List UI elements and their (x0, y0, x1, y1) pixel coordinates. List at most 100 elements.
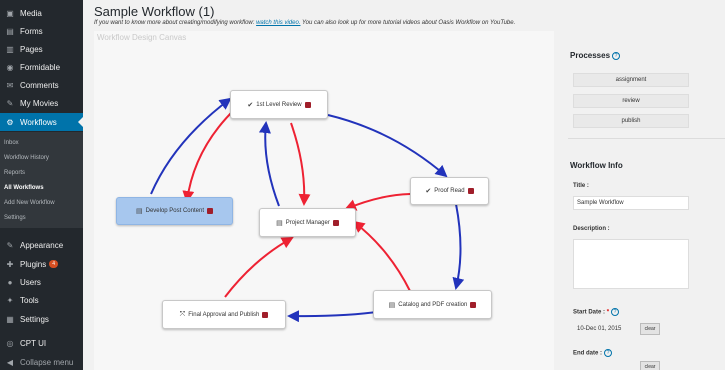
title-input[interactable]: Sample Workflow (573, 196, 689, 210)
main-content: Sample Workflow (1) If you want to know … (83, 0, 725, 370)
sidebar-item-forms[interactable]: ▤ Forms (0, 22, 83, 40)
start-date-value[interactable]: 10-Dec 01, 2015 (577, 326, 621, 332)
step-develop-post-content[interactable]: ▤ Develop Post Content (116, 197, 233, 225)
connection-catalog-to-final (287, 310, 385, 323)
delete-step-icon[interactable] (262, 311, 269, 318)
submenu-item-workflow-history[interactable]: Workflow History (4, 155, 49, 161)
divider (568, 138, 725, 139)
sidebar-item-label: Pages (20, 44, 43, 54)
app-window: ▣ Media ▤ Forms ▥ Pages ◉ Formidable ✉ Commen… (0, 0, 725, 370)
appearance-icon: ✎ (6, 240, 14, 250)
formidable-icon: ◉ (6, 62, 14, 72)
sidebar-item-label: Forms (20, 26, 43, 36)
cptui-icon: ◎ (6, 338, 14, 348)
step-final-approval-publish[interactable]: ⤧ Final Approval and Publish (162, 300, 286, 329)
watch-video-link[interactable]: watch this video. (256, 20, 300, 26)
sidebar-item-label: Workflows (20, 117, 57, 127)
sidebar-item-label: Tools (20, 295, 39, 305)
connection-final-to-pm (224, 237, 294, 298)
sidebar-item-comments[interactable]: ✉ Comments (0, 76, 83, 94)
step-label: Develop Post Content (145, 208, 204, 214)
clear-end-date-button[interactable]: clear (640, 361, 660, 370)
workflows-icon: ⚙ (6, 117, 14, 127)
info-prefix: If you want to know more about creating/… (94, 20, 255, 26)
document-icon: ▤ (388, 301, 396, 309)
sidebar-item-plugins[interactable]: ✚ Plugins 4 (0, 255, 83, 273)
sidebar-item-label: Collapse menu (20, 357, 74, 367)
connection-proofread-to-pm (344, 193, 411, 211)
sidebar-item-label: Users (20, 277, 41, 287)
publish-icon: ⤧ (179, 310, 186, 318)
sidebar-item-cpt-ui[interactable]: ◎ CPT UI (0, 334, 83, 352)
sidebar-item-label: Comments (20, 80, 59, 90)
help-icon[interactable]: ? (611, 308, 620, 316)
delete-step-icon[interactable] (304, 101, 311, 108)
update-count-badge: 4 (49, 260, 59, 268)
sidebar-item-my-movies[interactable]: ✎ My Movies (0, 94, 83, 112)
sidebar-item-label: CPT UI (20, 338, 47, 348)
pages-icon: ▥ (6, 44, 14, 54)
connection-proofread-to-catalog (452, 203, 465, 290)
sidebar-item-formidable[interactable]: ◉ Formidable (0, 58, 83, 76)
process-publish[interactable]: publish (573, 114, 689, 128)
start-date-label: Start Date : *? (573, 308, 620, 316)
connection-catalog-to-pm (352, 220, 411, 292)
step-label: Catalog and PDF creation (398, 301, 468, 308)
step-proof-read[interactable]: ✔ Proof Read (410, 177, 489, 205)
end-date-label: End date :? (573, 349, 613, 357)
title-label: Title : (573, 183, 589, 189)
collapse-menu-button[interactable]: ◀ Collapse menu (0, 353, 83, 370)
delete-step-icon[interactable] (332, 219, 339, 226)
connection-pm-to-review (258, 121, 280, 207)
submenu-item-add-new-workflow[interactable]: Add New Workflow (4, 200, 55, 206)
sidebar-item-tools[interactable]: ✦ Tools (0, 291, 83, 309)
description-textarea[interactable] (573, 239, 689, 289)
step-first-level-review[interactable]: ✔ 1st Level Review (230, 90, 328, 119)
process-review[interactable]: review (573, 94, 689, 108)
comments-icon: ✉ (6, 80, 14, 90)
delete-step-icon[interactable] (470, 301, 477, 308)
submenu-item-reports[interactable]: Reports (4, 170, 25, 176)
sidebar-item-workflows[interactable]: ⚙ Workflows (0, 113, 83, 131)
sidebar-item-label: Plugins (20, 259, 47, 269)
sidebar-item-media[interactable]: ▣ Media (0, 4, 83, 22)
users-icon: ● (7, 277, 13, 287)
document-icon: ▤ (136, 208, 143, 215)
info-suffix: You can also look up for more tutorial v… (302, 20, 516, 26)
sidebar-item-label: Settings (20, 314, 49, 324)
step-catalog-pdf-creation[interactable]: ▤ Catalog and PDF creation (373, 290, 492, 319)
movies-icon: ✎ (6, 98, 14, 108)
step-label: Proof Read (434, 188, 465, 194)
sidebar-item-label: Media (20, 8, 42, 18)
required-marker: * (606, 309, 610, 316)
sidebar-item-users[interactable]: ● Users (0, 273, 83, 291)
tools-icon: ✦ (6, 295, 14, 305)
collapse-icon: ◀ (6, 357, 14, 367)
description-label: Description : (573, 226, 610, 232)
submenu-item-inbox[interactable]: Inbox (4, 140, 19, 146)
sidebar-item-settings[interactable]: ▦ Settings (0, 310, 83, 328)
sidebar-item-label: Appearance (20, 240, 64, 250)
step-project-manager[interactable]: ▤ Project Manager (259, 208, 356, 237)
help-icon[interactable]: ? (612, 51, 621, 60)
right-panel: Processes? assignment review publish Wor… (564, 40, 725, 370)
workflow-design-canvas[interactable]: Workflow Design Canvas ✔ 1st Level Revie… (94, 31, 554, 370)
submenu-item-settings[interactable]: Settings (4, 215, 26, 221)
connection-review-to-develop (182, 108, 236, 203)
delete-step-icon[interactable] (467, 188, 474, 194)
sidebar-item-label: My Movies (20, 98, 59, 108)
info-text: If you want to know more about creating/… (94, 20, 515, 26)
sidebar-item-appearance[interactable]: ✎ Appearance (0, 236, 83, 254)
delete-step-icon[interactable] (207, 208, 213, 214)
workflow-info-heading: Workflow Info (570, 161, 623, 170)
clear-start-date-button[interactable]: clear (640, 323, 660, 335)
submenu-item-all-workflows[interactable]: All Workflows (4, 185, 44, 191)
forms-icon: ▤ (6, 26, 14, 36)
process-assignment[interactable]: assignment (573, 73, 689, 87)
step-label: 1st Level Review (256, 101, 302, 108)
step-label: Project Manager (285, 219, 330, 226)
document-icon: ▤ (276, 219, 283, 227)
connection-review-to-pm (290, 122, 311, 206)
help-icon[interactable]: ? (604, 349, 613, 357)
sidebar-item-pages[interactable]: ▥ Pages (0, 40, 83, 58)
